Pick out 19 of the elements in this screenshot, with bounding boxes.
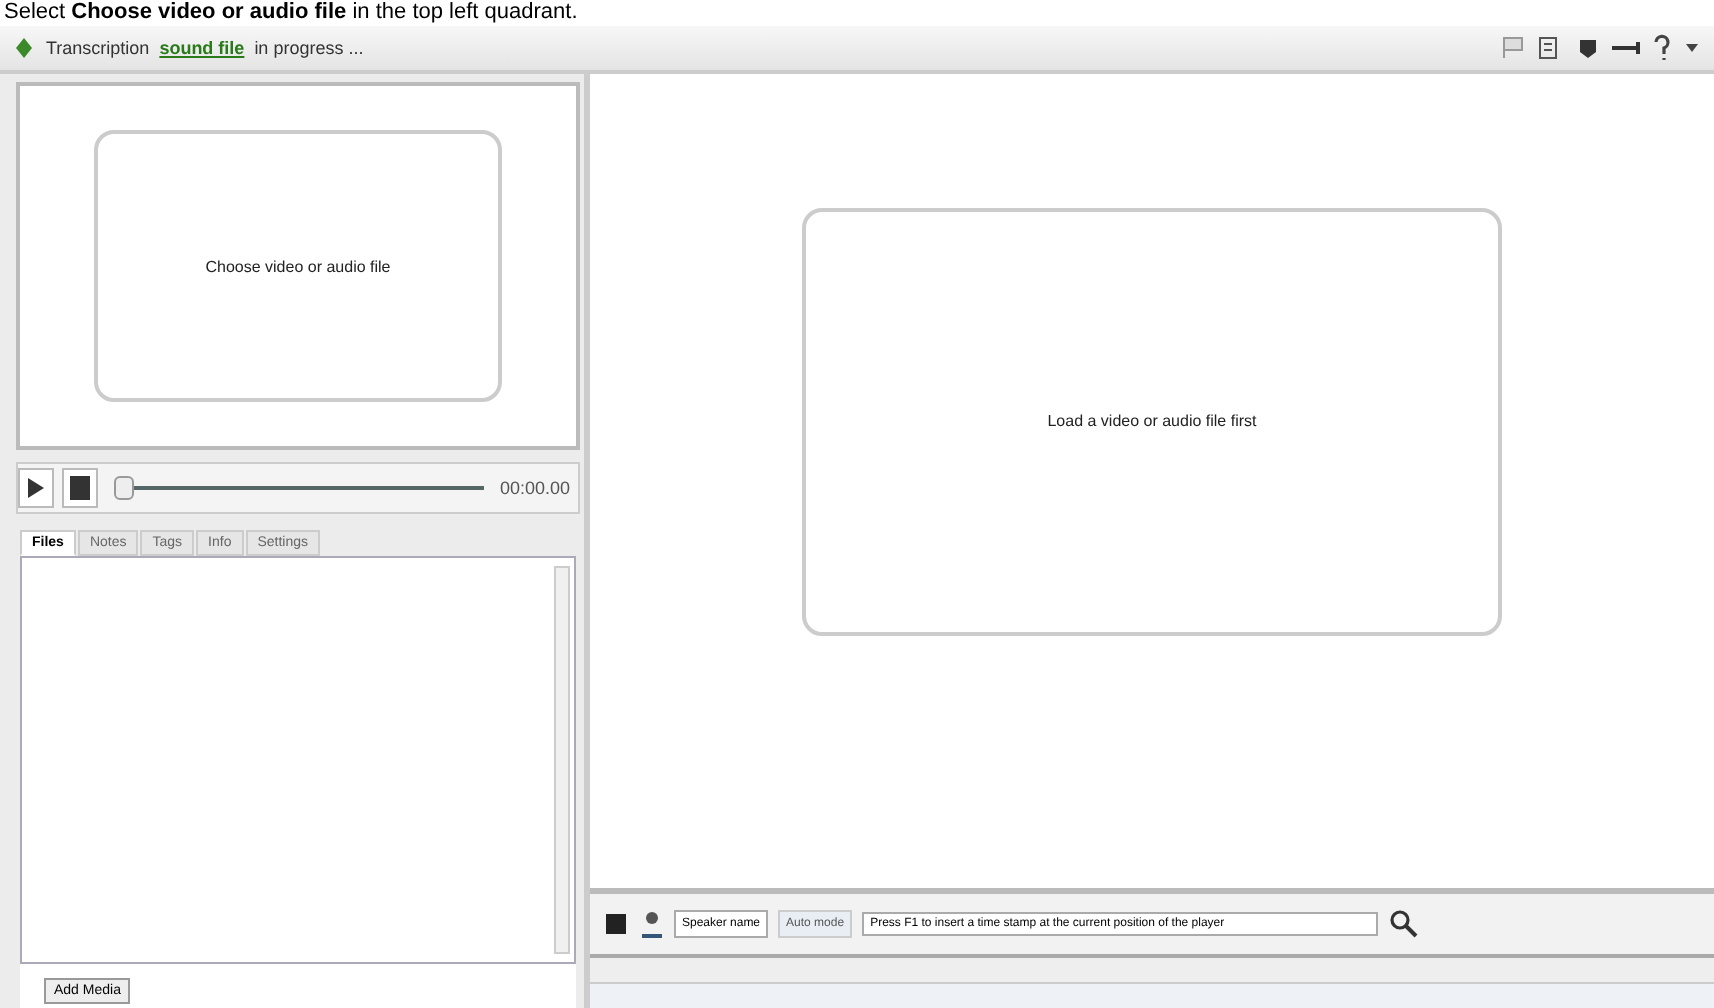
stop-icon[interactable]	[602, 910, 630, 938]
file-link[interactable]: sound file	[159, 38, 245, 58]
play-icon	[26, 476, 46, 500]
status-text: in progress ...	[254, 38, 364, 58]
document-drop-area[interactable]: Load a video or audio file first	[802, 207, 1502, 635]
caret-icon[interactable]	[1682, 40, 1702, 56]
ruler-icon[interactable]	[1610, 36, 1642, 60]
help-icon[interactable]	[1652, 34, 1672, 62]
instruction-text: Select Choose video or audio file in the top left quadrant.	[2, 0, 580, 26]
search-icon[interactable]	[1388, 908, 1421, 940]
stop-icon	[70, 476, 90, 500]
flag-icon[interactable]	[1500, 36, 1528, 60]
app-title: Transcription	[46, 38, 150, 58]
scrollbar[interactable]	[554, 566, 570, 954]
time-display: 00:00.00	[499, 478, 572, 498]
stop-button[interactable]	[62, 468, 98, 508]
play-button[interactable]	[18, 468, 54, 508]
video-drop-area[interactable]: Choose video or audio file	[94, 130, 502, 402]
person-icon[interactable]	[640, 910, 664, 938]
